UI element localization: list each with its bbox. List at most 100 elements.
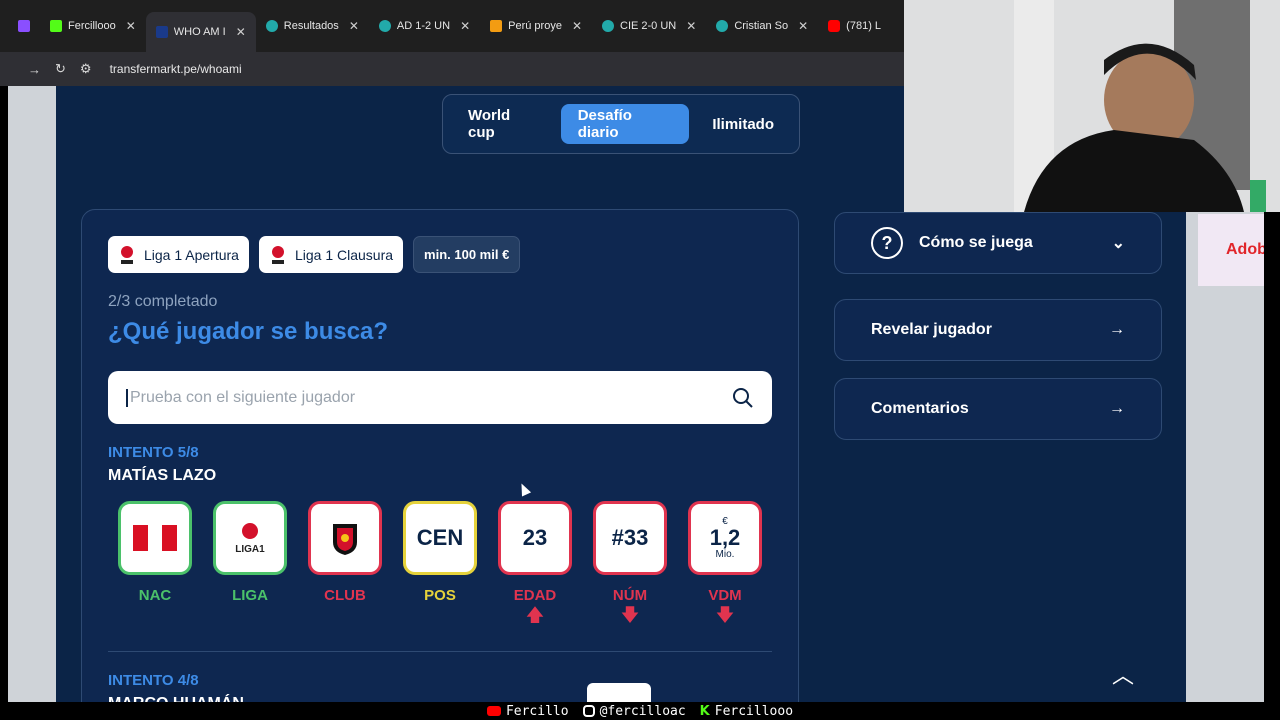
- kick-handle: K Fercillooo: [700, 704, 793, 719]
- league-logo-text: LIGA1: [235, 543, 265, 555]
- browser-tab[interactable]: [8, 8, 40, 44]
- youtube-handle: Fercillo: [486, 704, 569, 719]
- tab-title: AD 1-2 UN: [396, 20, 451, 32]
- arrow-down-icon: 🡇: [620, 605, 640, 625]
- url-field[interactable]: transfermarkt.pe/whoami: [110, 62, 242, 76]
- browser-tab[interactable]: (781) L: [818, 8, 891, 44]
- search-input[interactable]: [126, 388, 732, 407]
- club-tile: [308, 501, 382, 575]
- mode-world-cup[interactable]: World cup: [451, 104, 555, 144]
- browser-tab[interactable]: AD 1-2 UN ✕: [369, 8, 480, 44]
- filter-chip-apertura[interactable]: Liga 1 Apertura: [108, 236, 249, 273]
- position-value: CEN: [416, 525, 464, 550]
- browser-tab[interactable]: Resultados ✕: [256, 8, 369, 44]
- arrow-right-icon: →: [1109, 321, 1125, 338]
- age-value: 23: [522, 525, 548, 550]
- filter-chip-min-value[interactable]: min. 100 mil €: [413, 236, 521, 273]
- clue-age: 23 EDAD 🡅: [498, 501, 572, 624]
- chip-label: min. 100 mil €: [424, 247, 510, 262]
- ad-banner[interactable]: Adob: [1198, 214, 1264, 286]
- site-icon: [602, 20, 614, 32]
- liga1-icon: [121, 245, 133, 264]
- clue-label: VDM: [708, 587, 742, 604]
- streamer-webcam-image: [904, 0, 1280, 212]
- search-icon[interactable]: [732, 387, 754, 409]
- chip-label: Liga 1 Clausura: [294, 246, 394, 263]
- chevron-down-icon: ⌄: [1111, 235, 1125, 252]
- arrow-right-icon: →: [1109, 400, 1125, 417]
- tab-bar: Fercillooo ✕ WHO AM I ✕ Resultados ✕ AD 1-2…: [0, 0, 904, 52]
- tab-title: CIE 2-0 UN: [620, 20, 677, 32]
- how-to-play-button[interactable]: ? Cómo se juega ⌄: [834, 212, 1162, 274]
- club-crest-icon: [333, 524, 357, 555]
- market-value: 1,2: [709, 525, 741, 550]
- attempt-divider: [108, 651, 772, 652]
- close-icon[interactable]: ✕: [236, 25, 246, 39]
- number-value: #33: [611, 525, 649, 550]
- site-info-icon[interactable]: ⚙: [80, 61, 92, 77]
- comments-button[interactable]: Comentarios →: [834, 378, 1162, 440]
- clue-tiles: NAC LIGA1 LIGA CLUB CEN POS 23 EDAD 🡅 #3…: [118, 501, 762, 624]
- liga1-icon: [271, 245, 284, 264]
- tab-title: (781) L: [846, 20, 882, 32]
- mode-selector: World cup Desafío diario Ilimitado: [442, 94, 800, 154]
- site-icon: [716, 20, 729, 32]
- clue-position: CEN POS: [403, 501, 477, 624]
- forward-icon[interactable]: →: [28, 62, 41, 77]
- instagram-name: @fercilloac: [599, 703, 686, 719]
- game-card: Liga 1 Apertura Liga 1 Clausura min. 100…: [81, 209, 799, 704]
- browser-tab[interactable]: Cristian So ✕: [706, 8, 818, 44]
- tab-title: Resultados: [283, 20, 339, 32]
- clue-label: NÚM: [612, 587, 648, 604]
- reveal-player-button[interactable]: Revelar jugador →: [834, 299, 1162, 361]
- clue-league: LIGA1 LIGA: [213, 501, 287, 624]
- clue-label: EDAD: [513, 587, 557, 604]
- attempt-label: INTENTO 4/8: [108, 672, 199, 689]
- browser-tab[interactable]: Perú proye ✕: [480, 8, 592, 44]
- close-icon[interactable]: ✕: [460, 19, 470, 33]
- extension-icon: [18, 20, 30, 32]
- liga1-logo-icon: [242, 522, 258, 539]
- youtube-icon: [828, 20, 841, 32]
- scroll-top-icon[interactable]: ︿: [1112, 658, 1134, 690]
- browser-tab-active[interactable]: WHO AM I ✕: [145, 12, 256, 52]
- clue-nationality: NAC: [118, 501, 192, 624]
- transfermarkt-icon: [155, 26, 168, 38]
- clue-label: CLUB: [324, 587, 366, 604]
- clue-market-value: € 1,2 Mio. VDM 🡇: [688, 501, 762, 624]
- address-bar: → ↻ ⚙ transfermarkt.pe/whoami: [0, 52, 904, 86]
- tab-title: WHO AM I: [173, 26, 226, 38]
- question-heading: ¿Qué jugador se busca?: [108, 318, 389, 345]
- attempt-label: INTENTO 5/8: [108, 444, 199, 461]
- peru-flag-icon: [133, 525, 177, 551]
- site-icon: [490, 20, 503, 32]
- market-value-tile: € 1,2 Mio.: [688, 501, 762, 575]
- kick-icon: [50, 20, 62, 32]
- browser-tab[interactable]: CIE 2-0 UN ✕: [592, 8, 706, 44]
- nationality-tile: [118, 501, 192, 575]
- reload-icon[interactable]: ↻: [55, 61, 66, 77]
- clue-club: CLUB: [308, 501, 382, 624]
- tab-title: Fercillooo: [68, 20, 116, 32]
- bottom-drawer-handle[interactable]: [587, 683, 651, 704]
- close-icon[interactable]: ✕: [349, 19, 359, 33]
- kick-icon: K: [699, 703, 710, 719]
- site-icon: [265, 20, 278, 32]
- filter-chip-clausura[interactable]: Liga 1 Clausura: [258, 236, 404, 273]
- clue-label: LIGA: [232, 587, 268, 604]
- close-icon[interactable]: ✕: [798, 19, 808, 33]
- tab-title: Perú proye: [508, 20, 562, 32]
- close-icon[interactable]: ✕: [686, 19, 696, 33]
- close-icon[interactable]: ✕: [572, 19, 582, 33]
- browser-tab[interactable]: Fercillooo ✕: [40, 8, 146, 44]
- close-icon[interactable]: ✕: [126, 19, 136, 33]
- player-search: [108, 371, 772, 424]
- reveal-player-label: Revelar jugador: [871, 321, 992, 338]
- mode-daily-challenge[interactable]: Desafío diario: [560, 104, 690, 144]
- comments-label: Comentarios: [871, 400, 969, 417]
- kick-name: Fercillooo: [714, 703, 794, 719]
- position-tile: CEN: [403, 501, 477, 575]
- progress-text: 2/3 completado: [108, 293, 218, 310]
- mode-unlimited[interactable]: Ilimitado: [695, 104, 791, 144]
- site-icon: [378, 20, 391, 32]
